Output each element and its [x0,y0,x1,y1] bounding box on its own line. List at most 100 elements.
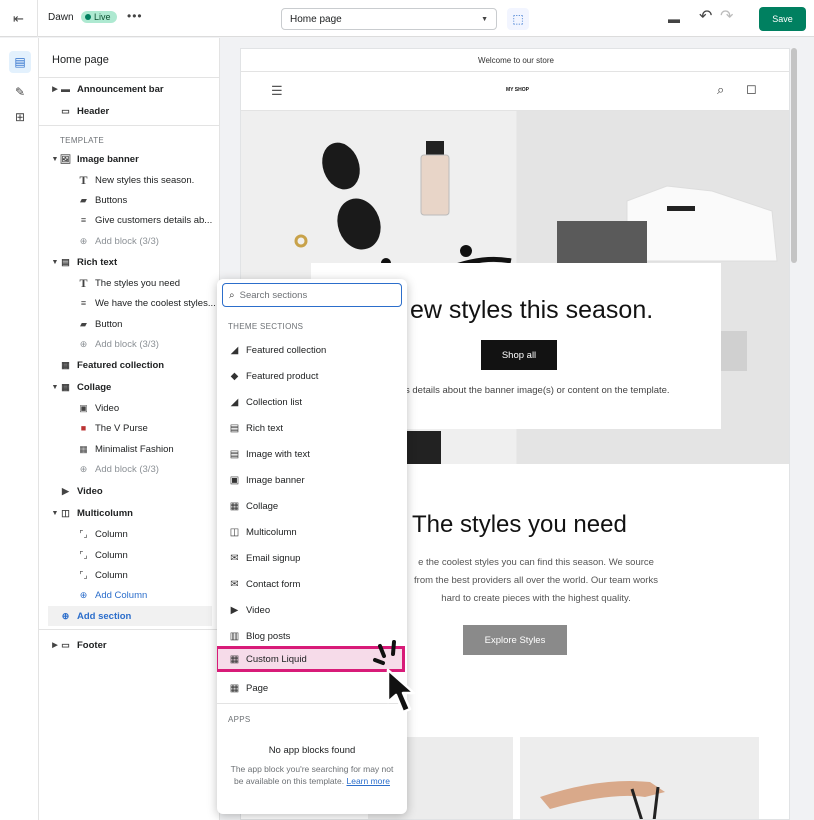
block-heading[interactable]: T New styles this season. [39,170,220,190]
rich-text-icon: ▤ [61,256,70,267]
sidebar-item-header[interactable]: ▭ Header [39,101,220,121]
block-column[interactable]: ⌜⌟ Column [39,524,220,544]
learn-more-link[interactable]: Learn more [347,776,390,786]
rich-text-body[interactable]: e the coolest styles you can find this s… [391,554,681,608]
block-buttons[interactable]: ▰ Buttons [39,190,220,210]
text-lines-icon: ≡ [80,298,87,308]
add-block-button[interactable]: ⊕ Add block (3/3) [39,459,220,479]
sidebar-item-label: Multicolumn [77,507,133,519]
theme-settings-icon[interactable]: ✎ [9,81,31,103]
search-sections-input[interactable] [239,289,390,301]
chevron-down-icon[interactable]: ▼ [51,384,59,391]
block-column[interactable]: ⌜⌟ Column [39,565,220,585]
sidebar-item-footer[interactable]: ▶ ▭ Footer [39,635,220,655]
section-option-image-banner[interactable]: ▣ Image banner [217,467,407,493]
collage-image-right[interactable] [520,737,759,819]
block-column[interactable]: ⌜⌟ Column [39,545,220,565]
add-block-button[interactable]: ⊕ Add block (3/3) [39,231,220,251]
section-option-contact-form[interactable]: ✉ Contact form [217,571,407,597]
collection-icon: ◢ [230,396,239,408]
cart-icon[interactable]: ◻ [746,81,757,97]
sidebar-item-label: Column [95,549,128,561]
section-option-image-with-text[interactable]: ▤ Image with text [217,441,407,467]
banner-text[interactable]: s details about the banner image(s) or c… [405,385,670,396]
sidebar-item-rich-text[interactable]: ▼ ▤ Rich text [39,252,220,272]
undo-icon[interactable]: ↶ [699,6,712,26]
section-option-collection-list[interactable]: ◢ Collection list [217,389,407,415]
block-collection[interactable]: ▦ Minimalist Fashion [39,439,220,459]
chevron-down-icon[interactable]: ▼ [51,510,59,517]
exit-icon[interactable]: ⇤ [0,0,38,37]
sidebar-item-label: Footer [77,639,107,651]
rich-text-heading[interactable]: The styles you need [412,511,627,539]
announcement-bar[interactable]: Welcome to our store [241,49,789,72]
section-option-label: Image banner [246,474,305,486]
section-option-label: Featured collection [246,344,327,356]
section-option-collage[interactable]: ▦ Collage [217,493,407,519]
explore-styles-button[interactable]: Explore Styles [463,625,567,655]
footer-icon: ▭ [61,639,70,650]
more-actions-button[interactable]: ••• [127,9,143,23]
add-column-button[interactable]: ⊕ Add Column [39,585,220,605]
block-button[interactable]: ▰ Button [39,314,220,334]
sidebar-item-collage[interactable]: ▼ ▦ Collage [39,377,220,397]
chevron-down-icon[interactable]: ▼ [51,156,59,163]
store-logo[interactable]: MY SHOP [506,87,529,93]
add-block-button[interactable]: ⊕ Add block (3/3) [39,334,220,354]
text-block-icon: ▤ [229,422,240,434]
redo-icon[interactable]: ↷ [720,6,733,26]
inspector-icon[interactable]: ⬚ [507,8,529,30]
section-option-rich-text[interactable]: ▤ Rich text [217,415,407,441]
search-icon: ⌕ [229,289,235,301]
block-text[interactable]: ≡ Give customers details ab... [39,210,220,230]
sidebar-item-label: Add Column [95,589,148,601]
search-icon[interactable]: ⌕ [717,82,724,98]
section-option-label: Collection list [246,396,302,408]
search-field[interactable]: ⌕ [222,283,402,307]
sidebar-item-label: Header [77,105,110,117]
block-heading[interactable]: T The styles you need [39,273,220,293]
chevron-right-icon[interactable]: ▶ [51,641,59,649]
sidebar-item-featured-collection[interactable]: ▦ Featured collection [39,355,220,375]
block-product[interactable]: ■ The V Purse [39,418,220,438]
banner-heading[interactable]: ew styles this season. [410,296,653,325]
collection-thumbnail-icon: ▦ [79,443,88,454]
rich-text-line: e the coolest styles you can find this s… [418,557,654,568]
desktop-view-icon[interactable]: ▬ [663,8,685,30]
sidebar-item-video[interactable]: ▶ Video [39,481,220,501]
text-lines-icon: ≡ [80,215,87,225]
shop-all-button[interactable]: Shop all [481,340,557,370]
sidebar-item-label: Button [95,318,123,330]
plus-circle-icon: ⊕ [79,589,88,600]
section-option-featured-product[interactable]: ◆ Featured product [217,363,407,389]
sidebar-item-label: Video [77,485,103,497]
block-video[interactable]: ▣ Video [39,398,220,418]
chevron-right-icon[interactable]: ▶ [51,85,59,93]
envelope-icon: ✉ [230,552,239,564]
app-embeds-icon[interactable]: ⊞ [9,106,31,128]
section-option-video[interactable]: ▶ Video [217,597,407,623]
no-app-blocks-description: The app block you're searching for may n… [229,763,395,787]
block-text[interactable]: ≡ We have the coolest styles... [39,293,220,313]
page-select[interactable]: Home page ▼ [281,8,497,30]
sidebar-item-label: Column [95,569,128,581]
sidebar-item-multicolumn[interactable]: ▼ ◫ Multicolumn [39,503,220,523]
hamburger-menu-icon[interactable]: ☰ [271,83,283,99]
sidebar-item-label: Add section [77,610,132,622]
sections-icon[interactable]: ▤ [9,51,31,73]
section-option-label: Email signup [246,552,301,564]
section-option-multicolumn[interactable]: ◫ Multicolumn [217,519,407,545]
collage-icon: ▦ [61,381,70,392]
section-option-label: Rich text [246,422,283,434]
sidebar-item-label: We have the coolest styles... [95,297,216,309]
add-section-button[interactable]: ⊕ Add section [48,606,212,626]
sidebar-item-label: Announcement bar [77,83,164,95]
sidebar-item-announcement-bar[interactable]: ▶ ▬ Announcement bar [39,79,220,99]
section-option-label: Contact form [246,578,301,590]
save-button[interactable]: Save [759,7,806,31]
sidebar-item-image-banner[interactable]: ▼ 🖼 Image banner [39,149,220,169]
preview-scrollbar[interactable] [791,48,797,263]
section-option-email-signup[interactable]: ✉ Email signup [217,545,407,571]
chevron-down-icon[interactable]: ▼ [51,259,59,266]
section-option-featured-collection[interactable]: ◢ Featured collection [217,337,407,363]
